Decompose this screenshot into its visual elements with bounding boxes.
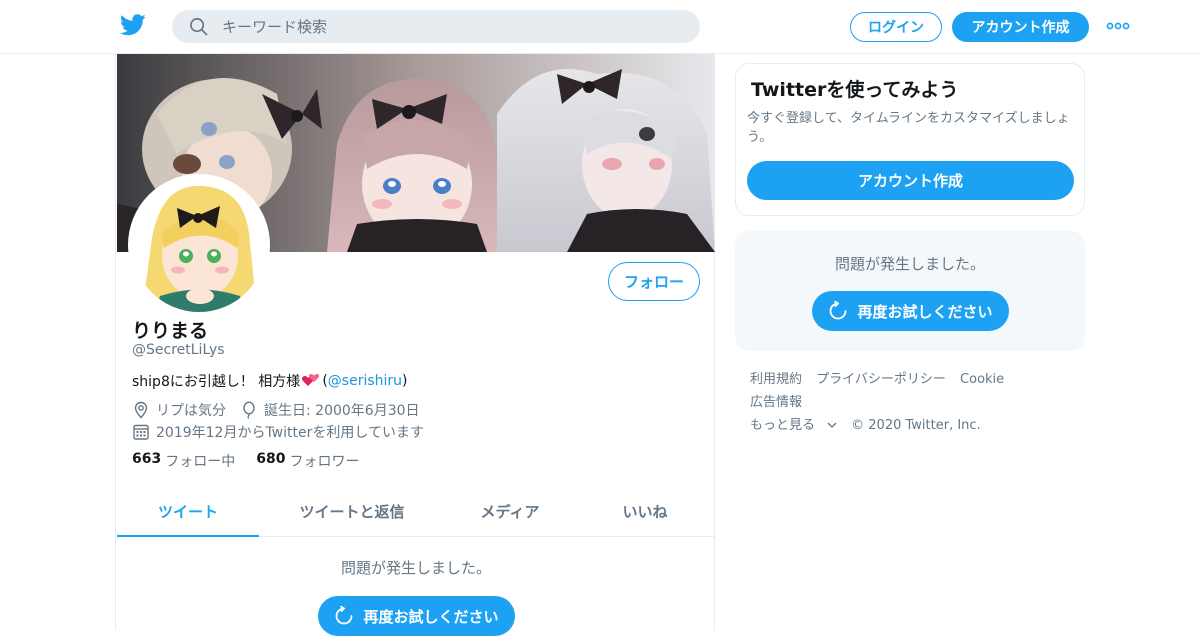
- balloon-icon: [243, 401, 255, 419]
- refresh-icon: [336, 606, 353, 625]
- profile-name: りりまる: [132, 320, 209, 342]
- location-icon: [134, 401, 148, 419]
- footer-link-ads[interactable]: 広告情報: [750, 395, 802, 410]
- tab-tweets-and-replies[interactable]: ツイートと返信: [259, 486, 445, 536]
- following-count: 663: [132, 451, 162, 467]
- profile-meta-row: リプは気分 誕生日: 2000年6月30日: [132, 400, 420, 420]
- footer-link-terms[interactable]: 利用規約: [750, 372, 802, 387]
- avatar-illustration: [132, 178, 266, 312]
- footer-link-privacy[interactable]: プライバシーポリシー: [816, 372, 946, 387]
- profile-column: フォロー りりまる @SecretLiLys ship8にお引越し！ 相方様 (…: [115, 54, 715, 636]
- profile-handle[interactable]: @SecretLiLys: [132, 342, 225, 358]
- followers-stat[interactable]: 680 フォロワー: [256, 451, 359, 471]
- signup-card-text: 今すぐ登録して、タイムラインをカスタマイズしましょう。: [747, 111, 1070, 145]
- profile-bio: ship8にお引越し！ 相方様 (@serishiru): [132, 373, 408, 390]
- sidebar-error-message: 問題が発生しました。: [834, 255, 985, 273]
- more-options-icon[interactable]: [1106, 19, 1130, 33]
- search-icon: [190, 18, 208, 36]
- calendar-icon: [133, 424, 149, 440]
- tab-media[interactable]: メディア: [445, 486, 575, 536]
- follow-button[interactable]: フォロー: [608, 262, 700, 301]
- top-navigation-bar: ログイン アカウント作成: [0, 0, 1200, 54]
- twitter-bird-icon[interactable]: [120, 13, 146, 37]
- signup-card-title: Twitterを使ってみよう: [751, 79, 959, 101]
- timeline-retry-button[interactable]: 再度お試しください: [318, 596, 515, 636]
- search-input[interactable]: [222, 10, 682, 43]
- footer-copyright: © 2020 Twitter, Inc.: [851, 418, 981, 433]
- signup-button[interactable]: アカウント作成: [952, 12, 1089, 42]
- retry-label: 再度お試しください: [363, 607, 499, 626]
- login-button[interactable]: ログイン: [850, 12, 942, 42]
- profile-avatar[interactable]: [128, 174, 270, 316]
- timeline-error-message: 問題が発生しました。: [340, 559, 491, 577]
- profile-joined-date: 2019年12月からTwitterを利用しています: [156, 425, 424, 441]
- followers-label: フォロワー: [289, 454, 360, 470]
- footer-link-cookie[interactable]: Cookie: [960, 372, 1004, 387]
- search-box[interactable]: [172, 10, 700, 43]
- retry-label: 再度お試しください: [857, 302, 993, 321]
- bio-mention-link[interactable]: @serishiru: [328, 373, 402, 389]
- tab-tweets[interactable]: ツイート: [117, 486, 259, 537]
- tab-likes[interactable]: いいね: [575, 486, 715, 536]
- bio-text: ship8にお引越し！ 相方様: [132, 374, 301, 390]
- profile-stats: 663 フォロー中 680 フォロワー: [132, 451, 380, 471]
- sidebar-error-card: 問題が発生しました。 再度お試しください: [735, 231, 1085, 351]
- sidebar-footer: 利用規約 プライバシーポリシー Cookie 広告情報 もっと見る © 2020…: [750, 368, 1080, 437]
- following-label: フォロー中: [165, 454, 236, 470]
- chevron-down-icon: [827, 422, 837, 428]
- profile-joined-row: 2019年12月からTwitterを利用しています: [132, 422, 424, 442]
- followers-count: 680: [256, 451, 286, 467]
- signup-card-button[interactable]: アカウント作成: [747, 161, 1074, 200]
- profile-location: リプは気分: [156, 403, 226, 419]
- following-stat[interactable]: 663 フォロー中: [132, 451, 235, 471]
- signup-card: Twitterを使ってみよう 今すぐ登録して、タイムラインをカスタマイズしましょ…: [735, 63, 1085, 216]
- footer-more-button[interactable]: もっと見る: [750, 418, 837, 433]
- profile-tabs: ツイート ツイートと返信 メディア いいね: [117, 486, 715, 537]
- sidebar-retry-button[interactable]: 再度お試しください: [812, 291, 1009, 331]
- refresh-icon: [830, 301, 847, 320]
- heart-emoji-icon: [302, 374, 320, 386]
- profile-birthday: 誕生日: 2000年6月30日: [264, 403, 420, 419]
